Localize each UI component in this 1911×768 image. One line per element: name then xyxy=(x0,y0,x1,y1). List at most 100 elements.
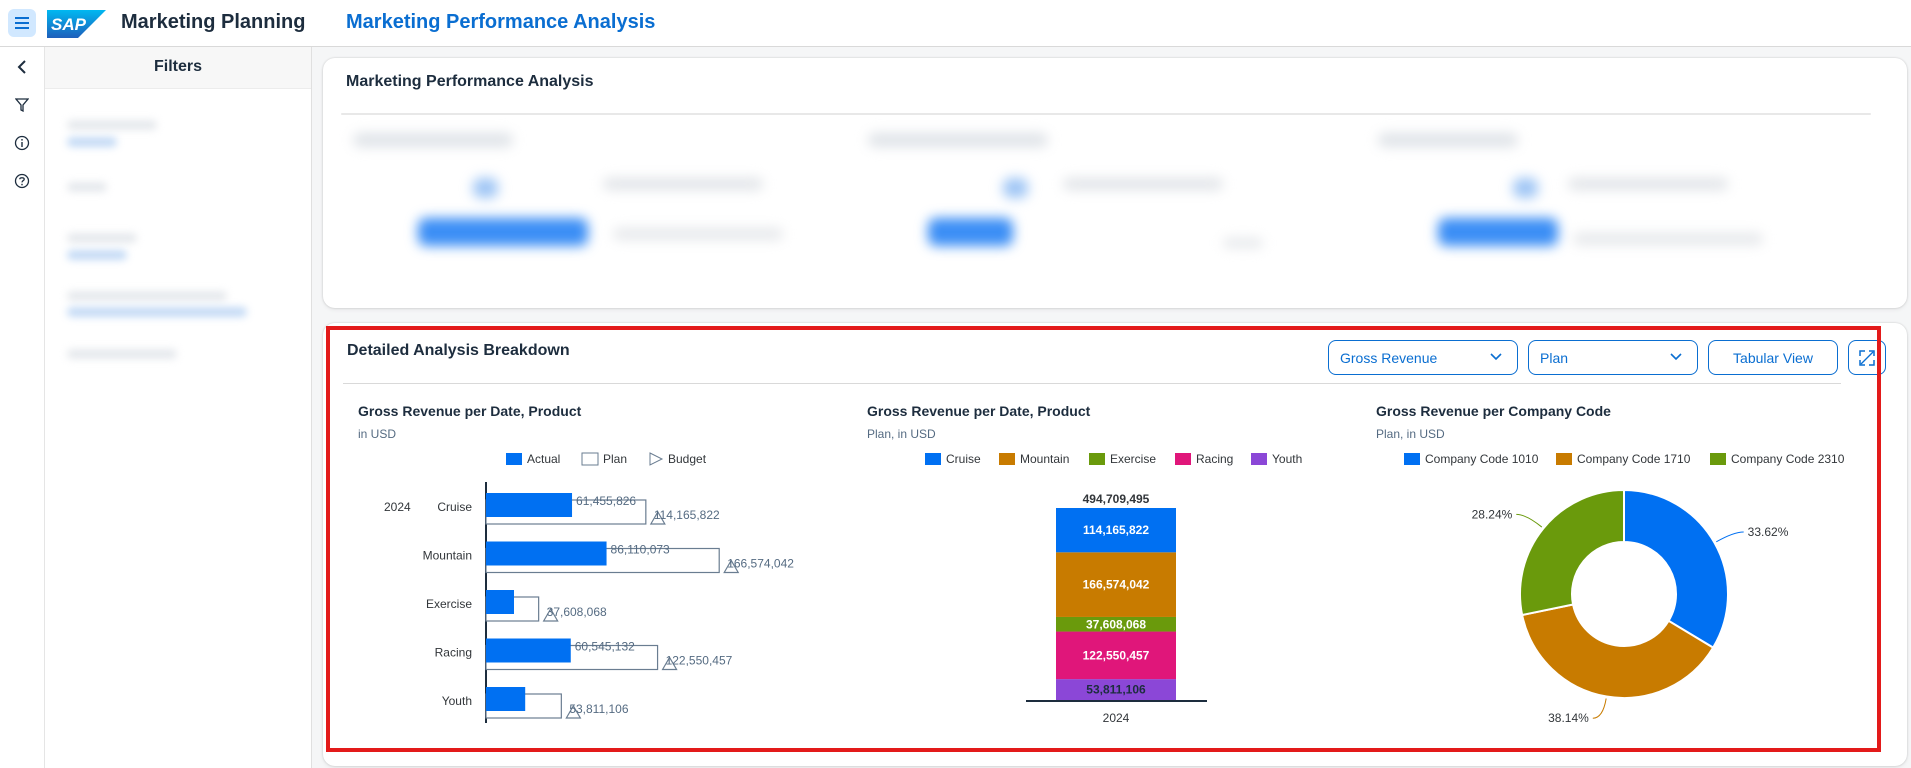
filter-value-blurred[interactable] xyxy=(67,307,247,317)
actual-bar xyxy=(486,638,571,663)
chevron-down-icon xyxy=(1670,353,1682,361)
plan-value-label: 166,574,042 xyxy=(727,557,794,571)
filter-value-blurred[interactable] xyxy=(67,250,127,260)
legend-budget-label: Budget xyxy=(668,452,707,466)
legend-label: Company Code 1010 xyxy=(1425,452,1539,466)
actual-value-label: 86,110,073 xyxy=(611,543,670,557)
kpi-bar-blurred xyxy=(928,218,1013,246)
plan-value-label: 53,811,106 xyxy=(569,702,628,716)
actual-bar xyxy=(486,541,607,566)
legend-swatch xyxy=(1251,453,1267,465)
actual-bar xyxy=(486,687,526,711)
app-root: SAP Marketing Planning Marketing Perform… xyxy=(0,0,1911,768)
chart1-svg[interactable]: Actual Plan Budget 2024 Cruise 61,455,826 114,… xyxy=(358,440,838,730)
segment-value-label: 122,550,457 xyxy=(1083,648,1150,662)
chart2-svg[interactable]: Cruise Mountain Exercise Racing Youth 494,709… xyxy=(867,440,1357,730)
category-label: Racing xyxy=(435,646,472,660)
legend-label: Company Code 2310 xyxy=(1731,452,1845,466)
collapse-button[interactable] xyxy=(10,55,34,79)
help-button[interactable] xyxy=(10,169,34,193)
filter-field-blurred[interactable] xyxy=(67,120,157,130)
legend-swatch xyxy=(1175,453,1191,465)
segment-value-label: 166,574,042 xyxy=(1083,578,1150,592)
legend-label: Racing xyxy=(1196,452,1233,466)
version-select[interactable]: Plan xyxy=(1528,340,1698,375)
breakdown-title: Detailed Analysis Breakdown xyxy=(347,342,570,359)
filter-field-blurred[interactable] xyxy=(67,233,137,243)
category-label: Exercise xyxy=(426,597,472,611)
svg-text:SAP: SAP xyxy=(51,15,87,34)
filter-value-blurred[interactable] xyxy=(67,137,117,147)
actual-bar xyxy=(486,590,514,614)
legend-label: Company Code 1710 xyxy=(1577,452,1691,466)
tabular-view-button[interactable]: Tabular View xyxy=(1708,340,1838,375)
legend-label: Exercise xyxy=(1110,452,1156,466)
chart2-title: Gross Revenue per Date, Product xyxy=(867,403,1091,419)
info-button[interactable] xyxy=(10,131,34,155)
chart3-subtitle: Plan, in USD xyxy=(1376,427,1445,441)
filter-field-blurred[interactable] xyxy=(67,182,107,192)
category-label: Mountain xyxy=(423,549,472,563)
legend-swatch xyxy=(925,453,941,465)
actual-value-label: 60,545,132 xyxy=(575,640,635,654)
menu-button[interactable] xyxy=(8,9,36,37)
filter-button[interactable] xyxy=(10,93,34,117)
measure-select[interactable]: Gross Revenue xyxy=(1328,340,1518,375)
slice-percent-label: 38.14% xyxy=(1548,711,1589,725)
chart1-subtitle: in USD xyxy=(358,427,397,441)
segment-value-label: 114,165,822 xyxy=(1083,523,1149,537)
kpi-title-blurred xyxy=(353,133,513,147)
filters-title: Filters xyxy=(45,47,311,89)
help-icon xyxy=(14,173,30,189)
breakdown-divider xyxy=(343,383,1841,384)
chart3-svg[interactable]: Company Code 1010 Company Code 1710 Compan… xyxy=(1376,440,1876,730)
slice-percent-label: 33.62% xyxy=(1748,525,1789,539)
actual-bar xyxy=(486,493,573,517)
shell-bar: SAP Marketing Planning Marketing Perform… xyxy=(0,0,1911,47)
kpi-marker-blurred xyxy=(1513,178,1538,198)
kpi-bar-blurred xyxy=(418,218,588,246)
overview-divider xyxy=(341,113,1871,115)
chart1-year-label: 2024 xyxy=(384,500,411,514)
legend-swatch xyxy=(999,453,1015,465)
legend-label: Cruise xyxy=(946,452,981,466)
kpi-legend-blurred xyxy=(1063,178,1223,190)
kpi-legend-blurred xyxy=(603,178,763,190)
legend-budget-icon xyxy=(649,452,664,466)
legend-plan-swatch xyxy=(581,452,599,466)
fullscreen-icon xyxy=(1859,349,1875,366)
filter-field-blurred[interactable] xyxy=(67,291,227,301)
plan-value-label: 122,550,457 xyxy=(666,654,733,668)
version-select-value: Plan xyxy=(1540,349,1569,366)
slice-percent-label: 28.24% xyxy=(1472,507,1513,521)
category-label: Cruise xyxy=(437,500,472,514)
category-label: 2024 xyxy=(1103,711,1130,725)
legend-actual-label: Actual xyxy=(527,452,560,466)
segment-value-label: 53,811,106 xyxy=(1086,683,1146,697)
page-title[interactable]: Marketing Performance Analysis xyxy=(346,11,655,34)
category-label: Youth xyxy=(442,694,472,708)
chart1-title: Gross Revenue per Date, Product xyxy=(358,403,582,419)
hamburger-icon xyxy=(15,17,29,29)
donut-slice xyxy=(1519,488,1625,617)
legend-swatch xyxy=(1710,453,1726,465)
side-rail xyxy=(0,47,45,768)
chevron-down-icon xyxy=(1490,353,1502,361)
filter-field-blurred[interactable] xyxy=(67,349,177,359)
leader-line xyxy=(1592,698,1607,719)
chart2-subtitle: Plan, in USD xyxy=(867,427,936,441)
fullscreen-button[interactable] xyxy=(1848,340,1886,375)
legend-swatch xyxy=(1556,453,1572,465)
legend-label: Mountain xyxy=(1020,452,1069,466)
sap-logo[interactable]: SAP xyxy=(47,10,106,38)
total-label: 494,709,495 xyxy=(1083,492,1150,506)
filters-panel: Filters xyxy=(45,47,312,768)
info-icon xyxy=(14,135,30,151)
plan-value-label: 114,165,822 xyxy=(654,508,720,522)
kpi-title-blurred xyxy=(868,133,1048,147)
measure-select-value: Gross Revenue xyxy=(1340,349,1438,366)
filter-icon xyxy=(15,98,29,112)
legend-label: Youth xyxy=(1272,452,1302,466)
leader-line xyxy=(1716,531,1744,543)
kpi-label-blurred xyxy=(613,228,783,240)
